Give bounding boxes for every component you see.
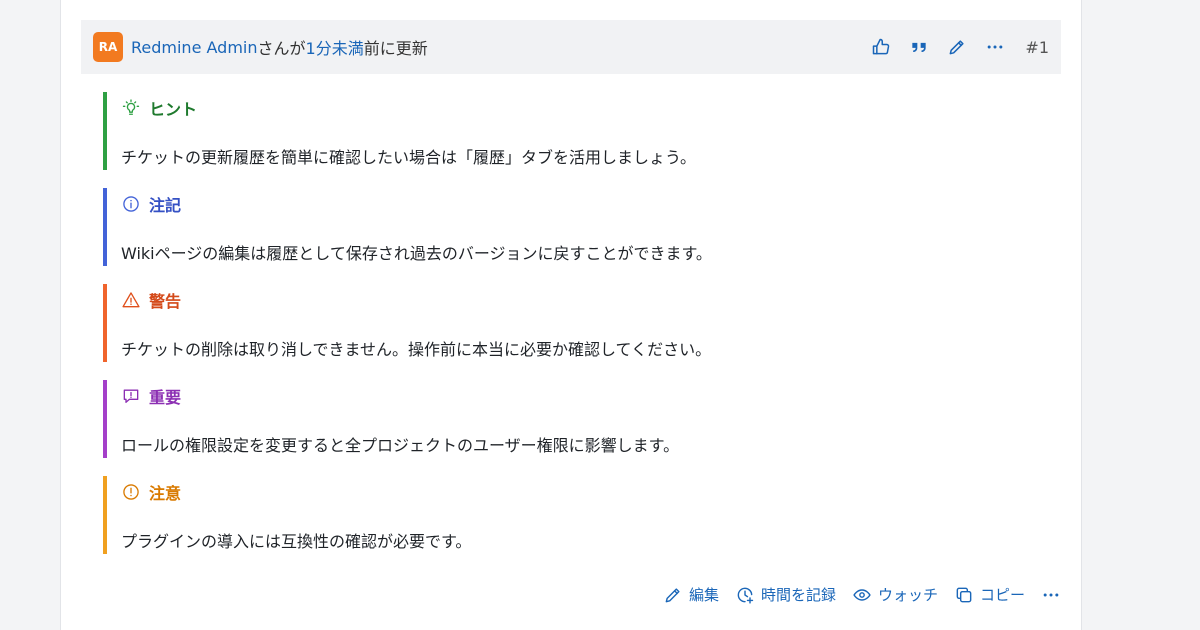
journal-header: RA Redmine Admin さんが 1分未満 前に更新 #1 (81, 20, 1061, 74)
alert-title: 警告 (121, 288, 1043, 312)
time-link[interactable]: 1分未満 (306, 35, 364, 59)
eye-icon (853, 588, 871, 601)
alert-caution: 注意 プラグインの導入には互換性の確認が必要です。 (103, 476, 1043, 554)
alert-title-text: ヒント (149, 100, 198, 119)
author-link[interactable]: Redmine Admin (131, 38, 258, 57)
journal-number[interactable]: #1 (1025, 38, 1049, 57)
alert-body: プラグインの導入には互換性の確認が必要です。 (121, 532, 472, 551)
time-suffix: 前に更新 (363, 39, 428, 58)
log-time-label: 時間を記録 (760, 586, 836, 604)
alert-body: チケットの削除は取り消しできません。操作前に本当に必要か確認してください。 (121, 340, 712, 359)
more-icon (1043, 593, 1059, 596)
alert-body: ロールの権限設定を変更すると全プロジェクトのユーザー権限に影響します。 (121, 436, 680, 455)
footer-actions: 編集 時間を記録 ウォッチ コピー (663, 584, 1061, 605)
alert-warning: 警告 チケットの削除は取り消しできません。操作前に本当に必要か確認してください。 (103, 284, 1043, 362)
pencil-icon (665, 587, 680, 602)
quote-icon[interactable] (909, 37, 929, 57)
alert-body: チケットの更新履歴を簡単に確認したい場合は「履歴」タブを活用しましょう。 (121, 148, 697, 167)
journal-byline: Redmine Admin さんが 1分未満 前に更新 (131, 35, 428, 59)
more-icon[interactable] (985, 37, 1005, 57)
copy-button[interactable]: コピー (954, 584, 1025, 605)
watch-label: ウォッチ (877, 586, 938, 604)
alert-list: ヒント チケットの更新履歴を簡単に確認したい場合は「履歴」タブを活用しましょう。… (103, 92, 1043, 572)
alert-note: 注記 Wikiページの編集は履歴として保存され過去のバージョンに戻すことができま… (103, 188, 1043, 266)
journal-actions: #1 (871, 37, 1049, 57)
copy-icon (956, 587, 972, 602)
message-alert-icon (123, 389, 139, 403)
clock-plus-icon (737, 587, 754, 604)
by-text: さんが (257, 39, 306, 58)
alert-title-text: 注記 (149, 196, 182, 215)
warning-triangle-icon (122, 292, 140, 308)
alert-title: 注意 (121, 480, 1043, 504)
watch-button[interactable]: ウォッチ (852, 584, 938, 605)
info-icon (123, 196, 139, 212)
edit-label: 編集 (688, 586, 719, 604)
alert-title: 重要 (121, 384, 1043, 408)
lightbulb-icon (122, 99, 140, 115)
alert-body: Wikiページの編集は履歴として保存され過去のバージョンに戻すことができます。 (121, 244, 712, 263)
avatar[interactable]: RA (93, 32, 123, 62)
alert-title-text: 警告 (149, 292, 182, 311)
exclamation-circle-icon (123, 484, 139, 500)
alert-title-text: 注意 (149, 484, 182, 503)
issue-panel: RA Redmine Admin さんが 1分未満 前に更新 #1 ヒント チケ… (60, 0, 1082, 630)
alert-important: 重要 ロールの権限設定を変更すると全プロジェクトのユーザー権限に影響します。 (103, 380, 1043, 458)
alert-tip: ヒント チケットの更新履歴を簡単に確認したい場合は「履歴」タブを活用しましょう。 (103, 92, 1043, 170)
log-time-button[interactable]: 時間を記録 (735, 584, 836, 605)
alert-title-text: 重要 (149, 388, 182, 407)
copy-label: コピー (979, 586, 1025, 604)
alert-title: 注記 (121, 192, 1043, 216)
edit-button[interactable]: 編集 (663, 584, 719, 605)
footer-more-button[interactable] (1041, 585, 1061, 605)
alert-title: ヒント (121, 96, 1043, 120)
like-icon[interactable] (871, 37, 891, 57)
edit-icon[interactable] (947, 37, 967, 57)
